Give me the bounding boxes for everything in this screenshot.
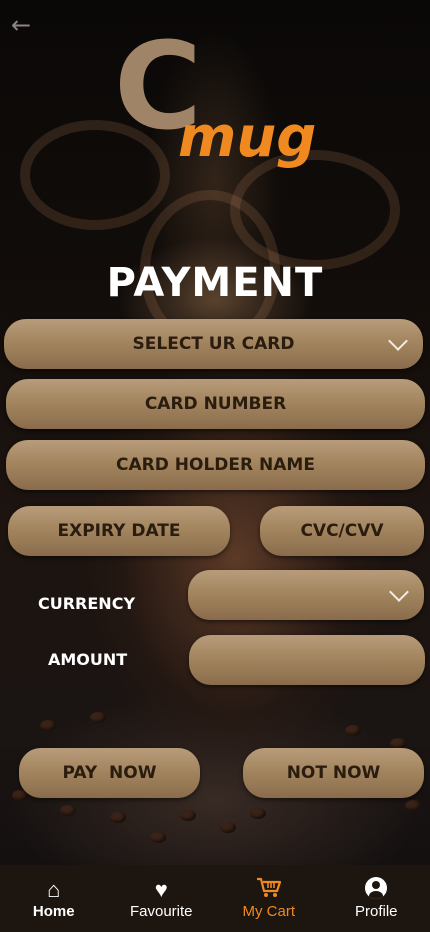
pay-now-label: PAY NOW (62, 763, 157, 783)
amount-field[interactable] (189, 635, 425, 685)
heart-icon: ♥ (154, 877, 168, 902)
bottom-navigation: ⌂ Home ♥ Favourite My Cart Profile (0, 865, 430, 932)
currency-dropdown[interactable] (188, 570, 424, 620)
logo-word: mug (178, 105, 317, 170)
card-holder-name-field[interactable]: CARD HOLDER NAME (6, 440, 425, 490)
expiry-date-placeholder: EXPIRY DATE (57, 521, 181, 541)
nav-item-label: Profile (354, 903, 398, 920)
coffee-bean-decoration (90, 712, 106, 723)
coffee-bean-decoration (180, 810, 196, 821)
nav-item-profile[interactable]: Profile (326, 877, 426, 920)
not-now-label: NOT NOW (286, 763, 381, 783)
not-now-button[interactable]: NOT NOW (243, 748, 424, 798)
pay-now-button[interactable]: PAY NOW (19, 748, 200, 798)
card-number-field[interactable]: CARD NUMBER (6, 379, 425, 429)
nav-item-my-cart[interactable]: My Cart (219, 877, 319, 920)
back-arrow-icon[interactable]: ← (8, 12, 34, 38)
amount-label: AMOUNT (48, 650, 128, 669)
chevron-down-icon (388, 331, 408, 351)
coffee-bean-decoration (250, 808, 266, 819)
cvc-cvv-field[interactable]: CVC/CVV (260, 506, 424, 556)
nav-item-label: Favourite (129, 903, 193, 920)
coffee-bean-decoration (60, 805, 76, 816)
profile-icon (365, 877, 388, 899)
home-icon: ⌂ (47, 877, 61, 902)
coffee-bean-decoration (345, 725, 361, 736)
expiry-date-field[interactable]: EXPIRY DATE (8, 506, 230, 556)
nav-item-label: Home (32, 903, 75, 920)
nav-item-label: My Cart (242, 903, 296, 920)
cart-icon (256, 877, 282, 903)
coffee-bean-decoration (110, 812, 126, 823)
page-title: PAYMENT (106, 260, 324, 306)
chevron-down-icon (389, 582, 409, 602)
coffee-bean-decoration (150, 832, 166, 843)
nav-item-favourite[interactable]: ♥ Favourite (111, 877, 211, 920)
cvc-cvv-placeholder: CVC/CVV (300, 521, 384, 541)
coffee-bean-decoration (40, 720, 56, 731)
select-card-label: SELECT UR CARD (132, 334, 295, 354)
coffee-bean-decoration (405, 800, 421, 811)
select-card-dropdown[interactable]: SELECT UR CARD (4, 319, 423, 369)
coffee-bean-decoration (220, 822, 236, 833)
nav-item-home[interactable]: ⌂ Home (4, 877, 104, 920)
card-number-placeholder: CARD NUMBER (144, 394, 287, 414)
currency-label: CURRENCY (38, 594, 136, 613)
card-holder-name-placeholder: CARD HOLDER NAME (116, 455, 315, 475)
